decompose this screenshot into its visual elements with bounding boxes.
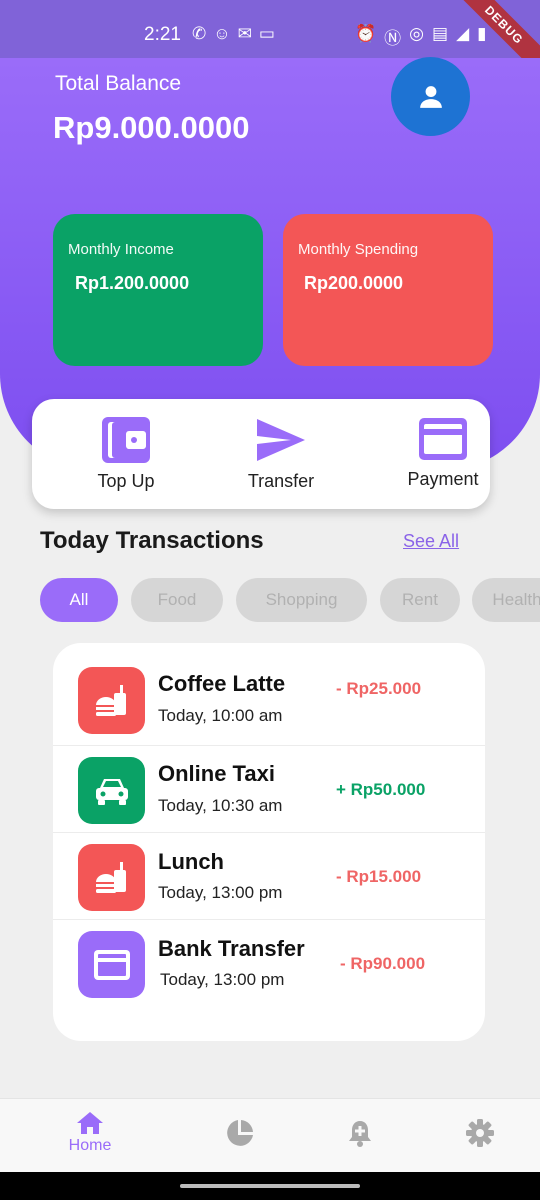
nfc-icon: Ⓝ (384, 29, 402, 48)
snapchat-icon: ☺ (213, 24, 231, 43)
transaction-row[interactable]: Bank Transfer Today, 13:00 pm - Rp90.000 (53, 919, 485, 1006)
filter-chips: All Food Shopping Rent Health (40, 578, 540, 624)
transactions-list: Coffee Latte Today, 10:00 am - Rp25.000 … (53, 643, 485, 1041)
monthly-spending-value: Rp200.0000 (304, 273, 404, 293)
monthly-income-card: Monthly Income Rp1.200.0000 (53, 214, 263, 366)
transaction-row[interactable]: Coffee Latte Today, 10:00 am - Rp25.000 (53, 643, 485, 734)
transaction-icon (78, 844, 145, 911)
signal-icon: ◢ (456, 24, 470, 43)
transaction-icon (78, 667, 145, 734)
filter-chip-health[interactable]: Health (472, 578, 540, 622)
transaction-amount: - Rp15.000 (336, 867, 422, 886)
laptop-icon: ▭ (258, 24, 275, 43)
transfer-label: Transfer (247, 471, 315, 491)
status-bar: 2:21 ✆ ☺ ✉ ▭ ⏰ Ⓝ ◎ ▤ ◢ ▮ DEBUG (0, 0, 540, 83)
transaction-title: Bank Transfer (158, 936, 305, 961)
transaction-amount: - Rp90.000 (340, 954, 426, 973)
card-icon (419, 418, 467, 460)
transaction-amount: + Rp50.000 (336, 780, 426, 799)
home-icon (77, 1112, 103, 1134)
phone-icon: ✆ (192, 24, 207, 43)
volte-icon: ▤ (432, 24, 449, 43)
transfer-button[interactable]: Transfer (226, 417, 336, 492)
fastfood-icon (95, 684, 126, 716)
notification-add-icon (349, 1121, 371, 1147)
total-balance-label: Total Balance (55, 72, 182, 95)
nav-notifications[interactable] (320, 1119, 400, 1147)
monthly-income-label: Monthly Income (68, 241, 174, 258)
nav-settings[interactable] (440, 1119, 520, 1147)
transaction-time: Today, 13:00 pm (160, 970, 285, 989)
transaction-row[interactable]: Online Taxi Today, 10:30 am + Rp50.000 (53, 745, 485, 832)
transaction-title: Lunch (158, 849, 224, 874)
transaction-icon (78, 931, 145, 998)
top-up-button[interactable]: Top Up (71, 417, 181, 492)
filter-chip-food[interactable]: Food (131, 578, 223, 622)
transaction-time: Today, 10:30 am (158, 796, 283, 815)
profile-button[interactable] (391, 57, 470, 136)
settings-icon (466, 1119, 494, 1147)
monthly-spending-card: Monthly Spending Rp200.0000 (283, 214, 493, 366)
pie-chart-icon (227, 1120, 253, 1146)
bottom-navigation: Home (0, 1098, 540, 1172)
filter-chip-shopping[interactable]: Shopping (236, 578, 367, 622)
nav-home[interactable]: Home (50, 1111, 130, 1155)
payment-label: Payment (407, 469, 479, 489)
gesture-handle[interactable] (180, 1184, 360, 1188)
filter-chip-all[interactable]: All (40, 578, 118, 622)
filter-chip-rent[interactable]: Rent (380, 578, 460, 622)
status-notification-icons: ✆ ☺ ✉ ▭ (192, 24, 275, 44)
car-icon (95, 778, 128, 805)
nav-statistics[interactable] (200, 1119, 280, 1147)
transaction-time: Today, 10:00 am (158, 706, 283, 725)
monthly-income-value: Rp1.200.0000 (75, 273, 190, 293)
battery-icon: ▮ (477, 24, 487, 43)
status-system-icons: ⏰ Ⓝ ◎ ▤ ◢ ▮ (355, 24, 487, 49)
person-icon (419, 85, 442, 108)
wallet-icon (102, 417, 150, 463)
transaction-amount: - Rp25.000 (336, 679, 422, 698)
transaction-time: Today, 13:00 pm (158, 883, 283, 902)
today-transactions-title: Today Transactions (40, 527, 264, 554)
status-time: 2:21 (144, 24, 181, 45)
top-up-label: Top Up (97, 471, 155, 491)
quick-actions-card: Top Up Transfer Payment (32, 399, 490, 509)
fastfood-icon (95, 861, 126, 893)
payment-button[interactable]: Payment (388, 417, 498, 490)
alarm-icon: ⏰ (355, 24, 377, 43)
hotspot-icon: ◎ (409, 24, 425, 43)
transaction-row[interactable]: Lunch Today, 13:00 pm - Rp15.000 (53, 832, 485, 919)
nav-home-label: Home (68, 1137, 112, 1154)
gmail-icon: ✉ (237, 24, 252, 43)
send-icon (257, 419, 305, 461)
transaction-title: Online Taxi (158, 761, 275, 786)
transaction-title: Coffee Latte (158, 671, 286, 696)
total-balance-value: Rp9.000.0000 (53, 110, 250, 145)
see-all-link[interactable]: See All (403, 531, 459, 552)
monthly-spending-label: Monthly Spending (298, 241, 419, 258)
transaction-icon (78, 757, 145, 824)
gesture-navigation-area (0, 1172, 540, 1200)
card-icon (93, 949, 130, 980)
